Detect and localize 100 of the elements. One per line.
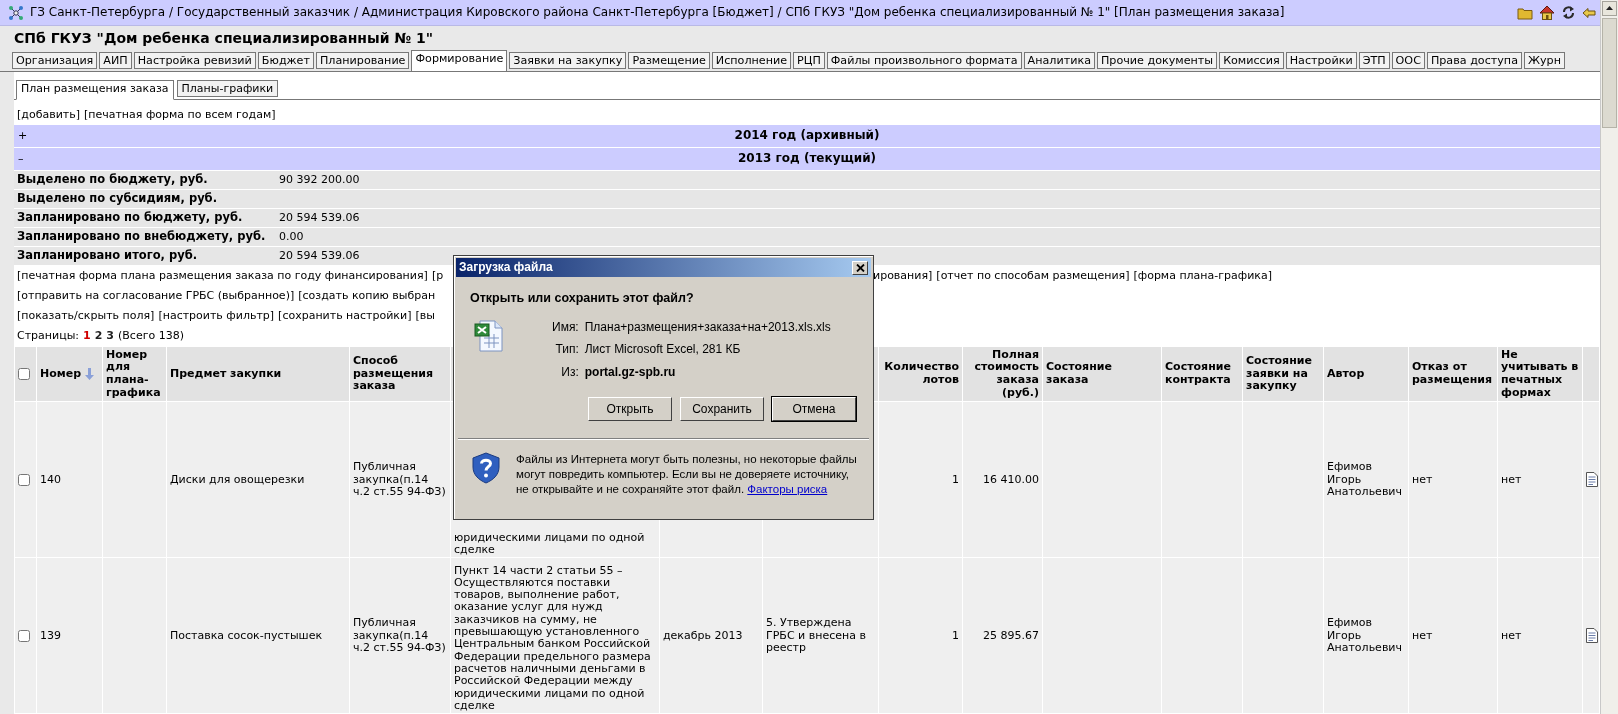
column-header[interactable]: Номер bbox=[40, 367, 82, 381]
table-cell: 5. Утверждена ГРБС и внесена в реестр bbox=[762, 557, 879, 714]
document-icon[interactable] bbox=[1586, 628, 1598, 644]
breadcrumb: ГЗ Санкт-Петербурга / Государственный заказчик / Администрация Кировского района Санкт-Петербурга [Бюджет] / СПб ГКУЗ "Дом ребенка специализированный № 1" [План размещения заказа] bbox=[30, 5, 1286, 20]
dialog-button[interactable]: Сохранить bbox=[680, 397, 764, 422]
table-cell: 140 bbox=[36, 401, 103, 558]
action-link[interactable]: [сохранить настройки] bbox=[278, 308, 412, 323]
summary-label: Запланировано по бюджету, руб. bbox=[17, 210, 244, 225]
column-header[interactable]: Отказ от размещения bbox=[1408, 346, 1498, 402]
document-icon[interactable] bbox=[1586, 472, 1598, 488]
action-link[interactable]: [создать копию выбран bbox=[298, 288, 436, 303]
table-cell: декабрь 2013 bbox=[659, 557, 763, 714]
tab[interactable]: Настройки bbox=[1285, 51, 1357, 70]
tab[interactable]: АИП bbox=[99, 51, 132, 70]
column-header[interactable]: Номер для плана-графика bbox=[102, 346, 167, 402]
home-icon[interactable] bbox=[1539, 5, 1555, 20]
table-cell: 16 410.00 bbox=[962, 401, 1043, 558]
dialog-title: Загрузка файла bbox=[459, 260, 553, 275]
table-cell: 139 bbox=[36, 557, 103, 714]
tab[interactable]: Размещение bbox=[628, 51, 710, 70]
row-checkbox[interactable] bbox=[18, 473, 30, 486]
network-icon bbox=[8, 4, 24, 21]
table-cell: нет bbox=[1497, 401, 1583, 558]
tab[interactable]: Заявки на закупку bbox=[509, 51, 627, 70]
tab[interactable]: Аналитика bbox=[1023, 51, 1095, 70]
scrollbar[interactable] bbox=[1600, 0, 1618, 714]
action-link[interactable]: [показать/скрыть поля] bbox=[17, 308, 155, 323]
organization-title: СПб ГКУЗ "Дом ребенка специализированный № 1" bbox=[13, 29, 435, 48]
field-label: Тип: bbox=[554, 342, 579, 357]
shield-question-icon bbox=[472, 452, 500, 485]
year-title[interactable]: 2014 год (архивный) bbox=[34, 128, 1580, 143]
expand-toggle[interactable]: + bbox=[14, 128, 34, 143]
column-header[interactable]: Количество лотов bbox=[878, 346, 963, 402]
summary-value: 20 594 539.06 bbox=[279, 210, 361, 225]
tab[interactable]: Файлы произвольного формата bbox=[826, 51, 1022, 70]
folder-icon[interactable] bbox=[1517, 5, 1533, 20]
row-checkbox[interactable] bbox=[18, 629, 30, 642]
column-header[interactable]: Полная стоимость заказа (руб.) bbox=[962, 346, 1043, 402]
tab[interactable]: Исполнение bbox=[711, 51, 792, 70]
table-cell: 25 895.67 bbox=[962, 557, 1043, 714]
subtab[interactable]: План размещения заказа bbox=[16, 80, 174, 101]
summary-value: 0.00 bbox=[279, 229, 305, 244]
dialog-button[interactable]: Отмена bbox=[772, 397, 856, 422]
summary-label: Запланировано итого, руб. bbox=[17, 248, 199, 263]
column-header[interactable]: Предмет закупки bbox=[166, 346, 350, 402]
action-link[interactable]: [форма плана-графика] bbox=[1133, 268, 1272, 283]
scroll-thumb[interactable] bbox=[1602, 18, 1617, 128]
column-header[interactable]: Способ размещения заказа bbox=[349, 346, 451, 402]
year-title[interactable]: 2013 год (текущий) bbox=[34, 151, 1580, 166]
page-link[interactable]: 2 bbox=[94, 328, 103, 342]
tab[interactable]: ЭТП bbox=[1358, 51, 1390, 70]
tab[interactable]: Организация bbox=[12, 51, 98, 70]
action-link[interactable]: [настроить фильтр] bbox=[158, 308, 275, 323]
tab[interactable]: Журн bbox=[1524, 51, 1565, 70]
page-link[interactable]: 3 bbox=[106, 328, 114, 342]
table-cell: Пункт 14 части 2 статьи 55 – Осуществляются поставки товаров, выполнение работ, оказание услуг для нужд заказчиков на сумму, не превышающую установленного Центральным банком Российской Федерации предельного размера расчетов наличными деньгами в Российской Федерации между юридическими лицами по одной сделке bbox=[450, 557, 660, 714]
total-count: (Всего 138) bbox=[118, 328, 184, 342]
refresh-icon[interactable] bbox=[1561, 5, 1576, 20]
risk-factors-link[interactable]: Факторы риска bbox=[747, 483, 828, 496]
table-cell: нет bbox=[1408, 557, 1498, 714]
dialog-question: Открыть или сохранить этот файл? bbox=[469, 290, 695, 306]
action-link[interactable]: [печатная форма по всем годам] bbox=[83, 108, 276, 122]
column-header[interactable]: Не учитывать в печатных формах bbox=[1497, 346, 1583, 402]
summary-value: 20 594 539.06 bbox=[279, 248, 361, 263]
tab[interactable]: Прочие документы bbox=[1096, 51, 1218, 70]
action-link[interactable]: [добавить] bbox=[17, 108, 80, 122]
field-value: portal.gz-spb.ru bbox=[584, 364, 677, 380]
summary-label: Выделено по бюджету, руб. bbox=[17, 172, 209, 187]
tab[interactable]: Планирование bbox=[315, 51, 410, 70]
subtab[interactable]: Планы-графики bbox=[176, 80, 279, 98]
field-value: Лист Microsoft Excel, 281 КБ bbox=[584, 342, 742, 357]
action-link[interactable]: ирования] bbox=[873, 268, 933, 283]
tab[interactable]: Формирование bbox=[411, 49, 508, 72]
page-link[interactable]: 1 bbox=[83, 328, 91, 342]
tab[interactable]: РЦП bbox=[793, 51, 825, 70]
table-cell: Публичная закупка(п.14 ч.2 ст.55 94-ФЗ) bbox=[349, 557, 451, 714]
column-header[interactable]: Состояние заявки на закупку bbox=[1242, 346, 1324, 402]
column-header[interactable]: Состояние контракта bbox=[1161, 346, 1243, 402]
tab[interactable]: Комиссия bbox=[1219, 51, 1284, 70]
tab[interactable]: Бюджет bbox=[257, 51, 314, 70]
action-link[interactable]: [печатная форма плана размещения заказа по году финансирования] bbox=[17, 268, 428, 283]
pages-label: Страницы: bbox=[17, 328, 80, 342]
table-cell: Публичная закупка(п.14 ч.2 ст.55 94-ФЗ) bbox=[349, 401, 451, 558]
tab[interactable]: Настройка ревизий bbox=[133, 51, 256, 70]
action-link[interactable]: [отчет по способам размещения] bbox=[936, 268, 1130, 283]
summary-value: 90 392 200.00 bbox=[279, 172, 361, 187]
action-link[interactable]: [отправить на согласование ГРБС (выбранное)] bbox=[17, 288, 295, 303]
tab[interactable]: ООС bbox=[1391, 51, 1425, 70]
action-link[interactable]: [вы bbox=[415, 308, 435, 323]
column-header[interactable]: Автор bbox=[1323, 346, 1409, 402]
scroll-up-icon[interactable] bbox=[1602, 1, 1617, 16]
action-link[interactable]: [р bbox=[431, 268, 444, 283]
column-header[interactable]: Состояние заказа bbox=[1042, 346, 1162, 402]
select-all-checkbox[interactable] bbox=[18, 367, 30, 380]
table-cell: Ефимов Игорь Анатольевич bbox=[1323, 401, 1409, 558]
table-cell: Поставка сосок-пустышек bbox=[166, 557, 350, 714]
tab[interactable]: Права доступа bbox=[1426, 51, 1522, 70]
expand-toggle[interactable]: – bbox=[14, 151, 34, 166]
back-arrow-icon[interactable] bbox=[1582, 6, 1596, 19]
dialog-button[interactable]: Открыть bbox=[588, 397, 672, 422]
